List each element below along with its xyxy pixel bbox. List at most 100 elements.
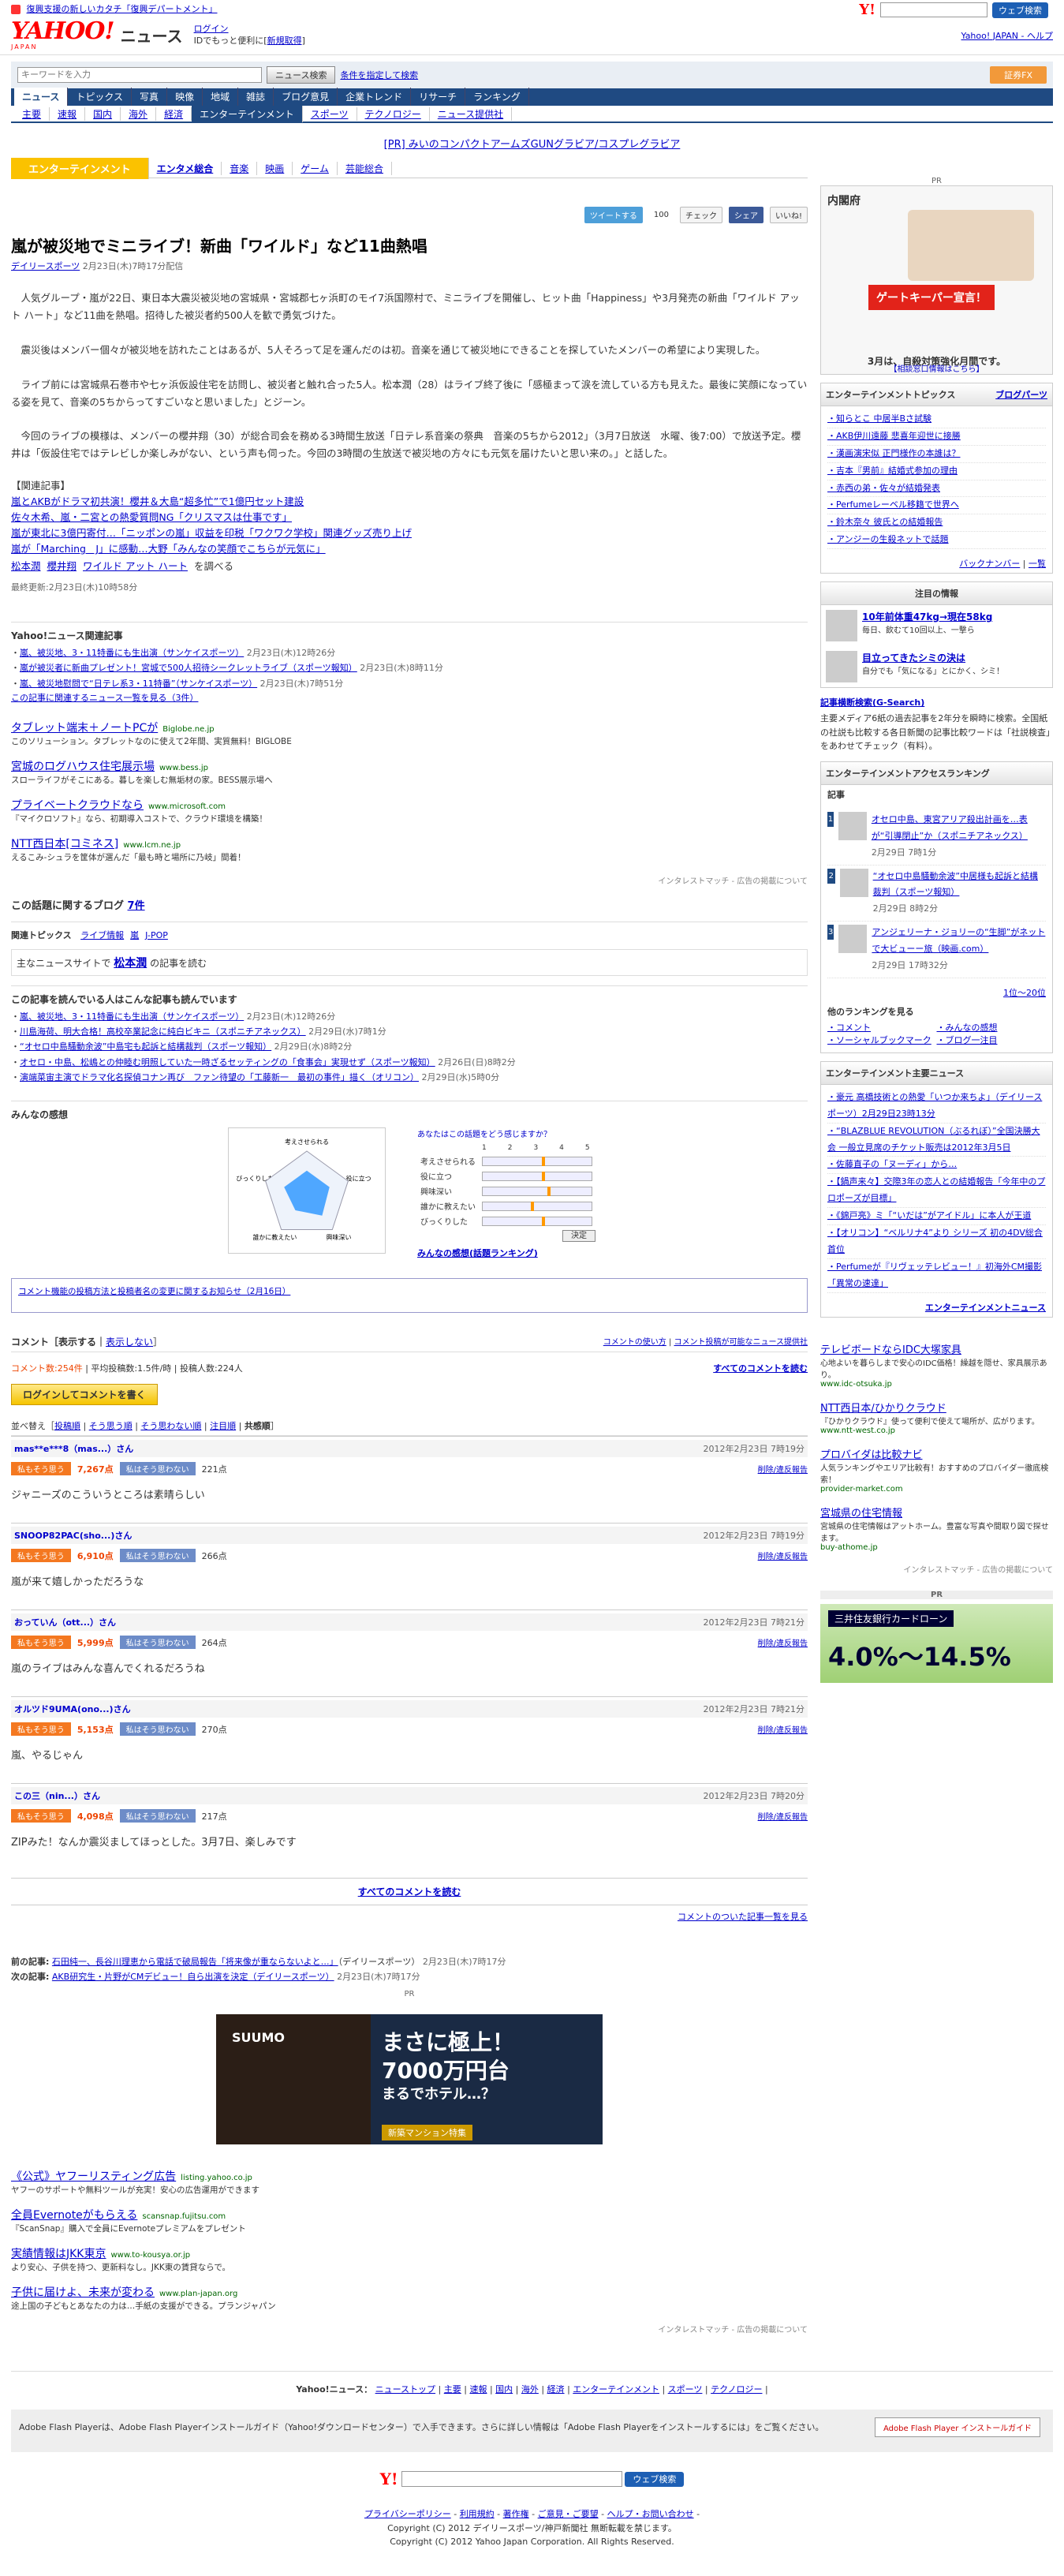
commented-articles-link[interactable]: コメントのついた記事一覧を見る xyxy=(678,1912,808,1922)
agree-button[interactable]: 私もそう思う xyxy=(11,1809,71,1823)
subtab-5[interactable]: エンターテインメント xyxy=(192,105,303,122)
news-link[interactable]: 川島海荷、明大合格！高校卒業記念に純白ビキニ xyxy=(20,1026,211,1037)
slider-handle[interactable] xyxy=(541,1156,545,1166)
agree-button[interactable]: 私もそう思う xyxy=(11,1636,71,1650)
category-item-2[interactable]: 映画 xyxy=(257,162,293,175)
search-ad[interactable]: 証券FX xyxy=(990,66,1047,84)
next-article-link[interactable]: AKB研究生・片野がCMデビュー！自ら出演を決定（デイリースポーツ） xyxy=(52,1972,334,1982)
signup-link[interactable]: 新規取得 xyxy=(267,36,302,46)
slider-handle[interactable] xyxy=(531,1201,535,1211)
subtab-8[interactable]: ニュース提供社 xyxy=(430,107,513,121)
ad-item[interactable]: NTT西日本[コミネス] www.lcm.ne.jp えるこみ-シュラを筐体が選んだ… xyxy=(11,836,808,863)
related-article-link[interactable]: 嵐が東北に3億円寄付…「ニッポンの嵐」収益を印税「ワクワク学校」関連グッズ売り上… xyxy=(11,527,412,539)
news-link[interactable]: 嵐が被災者に新曲プレゼント！宮城で500人招待シークレットライブ xyxy=(20,663,288,673)
main-news-more[interactable]: エンターテインメントニュース xyxy=(925,1303,1046,1313)
ad-title[interactable]: 《公式》ヤフーリスティング広告 xyxy=(11,2170,176,2183)
like-button[interactable]: いいね! xyxy=(769,206,808,223)
cabinet-ad[interactable]: 内閣府 ゲートキーパー宣言！ 3月は、自殺対策強化月間です。 【相談窓口情報はこ… xyxy=(820,185,1053,375)
footer-link[interactable]: 国内 xyxy=(495,2384,513,2395)
advanced-search-link[interactable]: 条件を指定して検索 xyxy=(340,69,418,81)
report-link[interactable]: 削除/違反報告 xyxy=(758,1550,808,1561)
impression-slider[interactable] xyxy=(482,1216,592,1226)
slider-handle[interactable] xyxy=(547,1186,551,1196)
facebook-share-button[interactable]: シェア xyxy=(728,206,763,223)
bottom-link[interactable]: 利用規約 xyxy=(460,2509,495,2519)
other-ranking-link[interactable]: ・みんなの感想 xyxy=(937,1021,1047,1034)
ad-item[interactable]: プライベートクラウドなら www.microsoft.com 『マイクロソフト』なら… xyxy=(11,797,808,824)
hide-comments-link[interactable]: 表示しない xyxy=(106,1337,153,1348)
category-item-0[interactable]: エンタメ総合 xyxy=(149,162,222,175)
prev-article-link[interactable]: 石田純一、長谷川理恵から電話で破局報告「将来像が重ならないよと…」 xyxy=(52,1957,338,1967)
footer-link[interactable]: ニューストップ xyxy=(375,2384,435,2395)
keyword-link[interactable]: 櫻井翔 xyxy=(47,560,77,572)
ad-item[interactable]: 子供に届けよ、未来が変わる www.plan-japan.org 途上国の子どもとあ… xyxy=(11,2284,808,2312)
bottom-link[interactable]: ご意見・ご要望 xyxy=(538,2509,599,2519)
ad-title[interactable]: 全員Evernoteがもらえる xyxy=(11,2209,137,2222)
related-article-link[interactable]: 嵐が「Marching J」に感動…大野「みんなの笑顔でこちらが元気に」 xyxy=(11,543,326,555)
ad-title[interactable]: 宮城のログハウス住宅展示場 xyxy=(11,761,155,773)
ad-item[interactable]: 《公式》ヤフーリスティング広告 listing.yahoo.co.jp ヤフーのサポ… xyxy=(11,2168,808,2196)
ad-title[interactable]: 実績情報はJKK東京 xyxy=(11,2248,106,2260)
ranking-item[interactable]: 3 アンジェリーナ・ジョリーの“生脚”がネットで大ビューー旅（映画.com） 2月2… xyxy=(827,922,1046,978)
sort-option[interactable]: 注目順 xyxy=(210,1421,236,1431)
side-topic-item[interactable]: ・鈴木奈々 彼氏との結婚報告 xyxy=(827,514,1046,533)
g-search-link[interactable]: 記事横断検索(G-Search) xyxy=(820,697,924,708)
other-ranking-link[interactable]: ・ブログ一注目 xyxy=(937,1034,1047,1046)
topic-link[interactable]: J-POP xyxy=(145,930,168,940)
ad-title[interactable]: NTT西日本[コミネス] xyxy=(11,838,118,851)
news-link[interactable]: オセロ・中島、松嶋との仲睦む明照していた一時ざるセッティングの「食事会」実現せず xyxy=(20,1057,366,1067)
flash-install-button[interactable]: Adobe Flash Player インストールガイド xyxy=(875,2417,1040,2437)
agree-button[interactable]: 私もそう思う xyxy=(11,1722,71,1737)
slider-handle[interactable] xyxy=(541,1216,545,1226)
related-article-link[interactable]: 佐々木希、嵐・二宮との熱愛質問NG「クリスマスは仕事です」 xyxy=(11,511,292,523)
subtab-0[interactable]: 主要 xyxy=(14,107,50,121)
related-more-link[interactable]: この記事に関連するニュース一覧を見る（3件） xyxy=(11,693,198,703)
category-item-3[interactable]: ゲーム xyxy=(293,162,338,175)
other-ranking-link[interactable]: ・ソーシャルブックマーク xyxy=(827,1034,937,1046)
report-link[interactable]: 削除/違反報告 xyxy=(758,1810,808,1822)
comment-howto-link[interactable]: コメントの使い方 xyxy=(603,1338,666,1347)
top-search-button[interactable]: ウェブ検索 xyxy=(992,2,1048,18)
impression-slider[interactable] xyxy=(482,1171,592,1181)
tab-6[interactable]: ブログ意見 xyxy=(274,88,338,106)
bottom-link[interactable]: 著作権 xyxy=(503,2509,529,2519)
main-news-item[interactable]: ・豪元 高橋技術との熱愛「いつか来ちよ」（デイリースポーツ）2月29日23時13… xyxy=(827,1090,1046,1123)
side-topic-item[interactable]: ・AKB伊川遠藤 悲喜年迎世に接勝 xyxy=(827,428,1046,446)
main-news-item[interactable]: ・佐藤直子の「ヌーディ」から… xyxy=(827,1157,1046,1175)
footer-link[interactable]: エンターテインメント xyxy=(573,2384,659,2395)
comment-author[interactable]: mas**e***8（mas...）さん xyxy=(14,1442,133,1455)
comment-author[interactable]: この三（nin...）さん xyxy=(14,1789,100,1802)
subtab-6[interactable]: スポーツ xyxy=(303,107,357,121)
bottom-link[interactable]: プライバシーポリシー xyxy=(364,2509,451,2519)
ranking-item[interactable]: 2 “オセロ中島騒動余波”中居様も起訴と結構裁判（スポーツ報知） 2月29日 8時2… xyxy=(827,866,1046,922)
footer-link[interactable]: スポーツ xyxy=(668,2384,703,2395)
tab-0[interactable]: ニュース xyxy=(14,88,69,106)
news-link[interactable]: 嵐、被災地、3・11特番にも生出演 xyxy=(20,648,158,658)
related-article-link[interactable]: 嵐とAKBがドラマ初共演！櫻井＆大島“超多忙”で1億円セット建設 xyxy=(11,495,304,507)
attention-link-2[interactable]: 目立ってきたシミの決は xyxy=(862,652,965,664)
tab-4[interactable]: 地域 xyxy=(203,88,239,106)
sort-option[interactable]: 投稿順 xyxy=(54,1421,80,1431)
tab-5[interactable]: 雑誌 xyxy=(238,88,274,106)
attention-link-1[interactable]: 10年前体重47kg→現在58kg xyxy=(862,611,992,623)
comment-providers-link[interactable]: コメント投稿が可能なニュース提供社 xyxy=(674,1338,808,1347)
disagree-button[interactable]: 私はそう思わない xyxy=(119,1462,196,1476)
sort-option[interactable]: そう思う順 xyxy=(89,1421,133,1431)
footer-link[interactable]: 主要 xyxy=(444,2384,461,2395)
tab-9[interactable]: ランキング xyxy=(465,88,529,106)
category-item-1[interactable]: 音楽 xyxy=(222,162,258,175)
disagree-button[interactable]: 私はそう思わない xyxy=(119,1809,196,1823)
ad-note-1[interactable]: インタレストマッチ - 広告の掲載について xyxy=(11,874,808,886)
suumo-banner[interactable]: SUUMO まさに極上！ 7000万円台 まるでホテル…？ 新築マンション特集 xyxy=(216,2013,603,2144)
topics-all-link[interactable]: 一覧 xyxy=(1029,559,1046,569)
ranking-more-link[interactable]: 1位～20位 xyxy=(1003,988,1046,998)
ranking-item[interactable]: 1 オセロ中島、東宮アリア殺出計画を…表が“引導閉止”か（スポニチアネックス） 2月… xyxy=(827,809,1046,866)
agree-button[interactable]: 私もそう思う xyxy=(11,1462,71,1476)
topic-link[interactable]: 嵐 xyxy=(130,930,139,940)
decide-button[interactable]: 決定 xyxy=(562,1230,595,1243)
yahoo-logo[interactable]: YAHOO! JAPAN xyxy=(11,20,115,51)
keyword-link[interactable]: 松本潤 xyxy=(11,560,41,572)
article-source[interactable]: デイリースポーツ xyxy=(11,261,80,271)
slider-handle[interactable] xyxy=(541,1171,545,1181)
promo-link[interactable]: 復興支援の新しいカタチ「復興デパートメント」 xyxy=(27,4,218,14)
